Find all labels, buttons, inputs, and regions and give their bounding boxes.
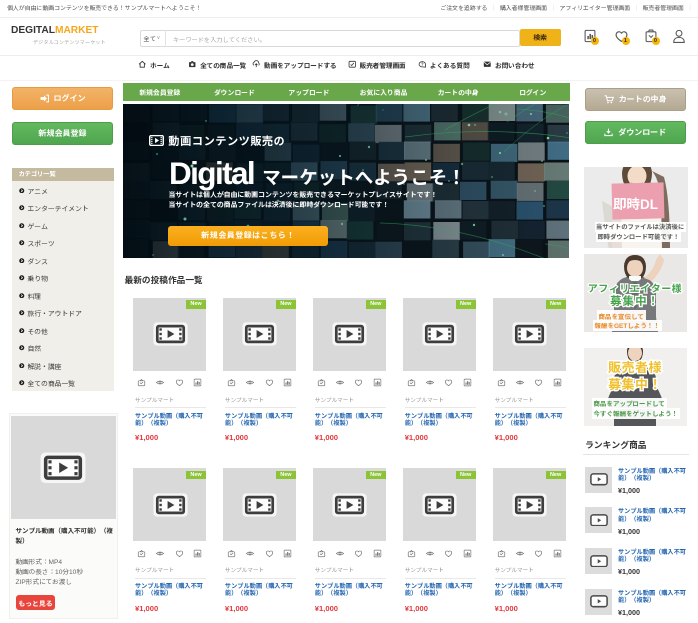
svg-text:?: ? (421, 62, 424, 67)
